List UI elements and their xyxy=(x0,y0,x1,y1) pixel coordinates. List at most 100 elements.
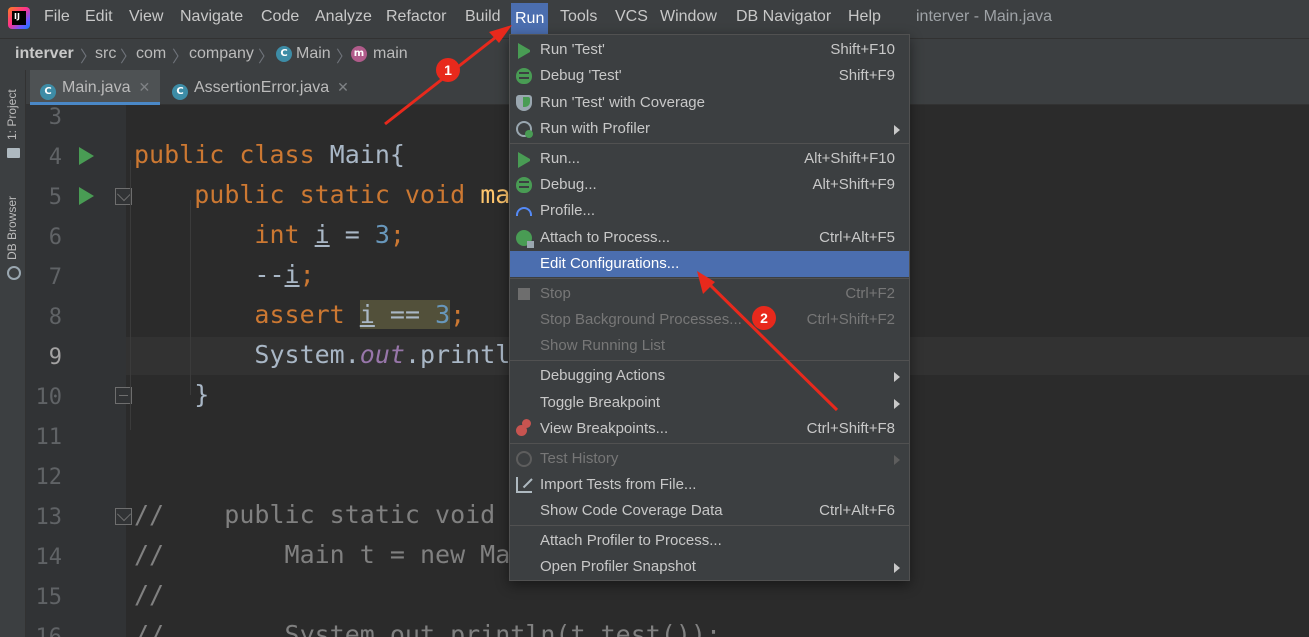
line-number: 4 xyxy=(48,145,62,170)
shortcut-label: Alt+Shift+F9 xyxy=(812,176,895,193)
menu-item-stop-background-processes[interactable]: Stop Background Processes... Ctrl+Shift+… xyxy=(510,307,909,333)
gauge-icon xyxy=(516,207,532,216)
line-number: 3 xyxy=(48,105,62,130)
menu-item-debugging-actions[interactable]: Debugging Actions xyxy=(510,363,909,389)
menu-edit[interactable]: Edit xyxy=(85,8,113,26)
menu-item-open-profiler-snapshot[interactable]: Open Profiler Snapshot xyxy=(510,554,909,580)
menu-item-run-with-profiler[interactable]: Run with Profiler xyxy=(510,116,909,142)
menu-item-toggle-breakpoint[interactable]: Toggle Breakpoint xyxy=(510,390,909,416)
tab-main-java[interactable]: C Main.java ✕ xyxy=(30,70,161,105)
annotation-badge-1: 1 xyxy=(436,58,460,82)
menu-item-show-code-coverage[interactable]: Show Code Coverage Data Ctrl+Alt+F6 xyxy=(510,498,909,524)
breadcrumb-method[interactable]: main xyxy=(373,45,408,63)
menu-item-debug-test[interactable]: Debug 'Test' Shift+F9 xyxy=(510,63,909,89)
menu-item-run-with-coverage[interactable]: Run 'Test' with Coverage xyxy=(510,90,909,116)
menu-item-label: Debug... xyxy=(540,176,597,193)
annotation-badge-2: 2 xyxy=(752,306,776,330)
line-number: 8 xyxy=(48,305,62,330)
line-number: 10 xyxy=(35,385,63,410)
fold-icon[interactable] xyxy=(115,508,132,525)
code-line-13: // public static void xyxy=(134,500,496,529)
menu-analyze[interactable]: Analyze xyxy=(315,8,372,26)
project-tool-tab[interactable]: 1: Project xyxy=(5,89,19,140)
menu-code[interactable]: Code xyxy=(261,8,299,26)
menu-item-label: Profile... xyxy=(540,202,596,219)
run-class-gutter-icon[interactable] xyxy=(79,147,94,165)
coverage-icon xyxy=(516,95,532,111)
menu-item-stop[interactable]: Stop Ctrl+F2 xyxy=(510,281,909,307)
code-line-16: // System.out.println(t.test()); xyxy=(134,620,721,637)
import-icon xyxy=(516,477,532,493)
menu-item-import-tests[interactable]: Import Tests from File... xyxy=(510,472,909,498)
run-icon xyxy=(518,43,534,59)
menu-item-run[interactable]: Run... Alt+Shift+F10 xyxy=(510,146,909,172)
menu-view[interactable]: View xyxy=(129,8,163,26)
shortcut-label: Shift+F10 xyxy=(830,41,895,58)
main-menu-bar: IJ File Edit View Navigate Code Analyze … xyxy=(0,0,1309,38)
breadcrumb-project[interactable]: interver xyxy=(15,45,74,63)
menu-item-attach-to-process[interactable]: Attach to Process... Ctrl+Alt+F5 xyxy=(510,225,909,251)
menu-file[interactable]: File xyxy=(44,8,70,26)
line-number: 5 xyxy=(48,185,62,210)
breadcrumb-separator-icon: 〉 xyxy=(172,49,189,66)
menu-item-view-breakpoints[interactable]: View Breakpoints... Ctrl+Shift+F8 xyxy=(510,416,909,442)
menu-window[interactable]: Window xyxy=(660,8,717,26)
code-line-6: int i = 3; xyxy=(254,220,405,249)
menu-item-attach-profiler[interactable]: Attach Profiler to Process... xyxy=(510,528,909,554)
menu-item-test-history[interactable]: Test History xyxy=(510,446,909,472)
tab-label: AssertionError.java xyxy=(194,79,330,96)
history-icon xyxy=(516,451,532,467)
menu-item-edit-configurations[interactable]: Edit Configurations... xyxy=(510,251,909,277)
breadcrumb-com[interactable]: com xyxy=(136,45,166,63)
class-icon: C xyxy=(40,84,56,100)
submenu-arrow-icon xyxy=(894,372,900,382)
menu-item-profile[interactable]: Profile... xyxy=(510,198,909,224)
shortcut-label: Ctrl+Alt+F5 xyxy=(819,229,895,246)
run-icon xyxy=(518,152,534,168)
menu-help[interactable]: Help xyxy=(848,8,881,26)
menu-db-navigator[interactable]: DB Navigator xyxy=(736,8,831,26)
close-icon[interactable]: ✕ xyxy=(337,79,349,95)
tab-label: Main.java xyxy=(62,79,131,96)
breadcrumb-separator-icon: 〉 xyxy=(336,49,353,66)
menu-tools[interactable]: Tools xyxy=(560,8,597,26)
menu-item-label: Toggle Breakpoint xyxy=(540,394,661,411)
menu-vcs[interactable]: VCS xyxy=(615,8,648,26)
menu-build[interactable]: Build xyxy=(465,8,501,26)
breadcrumb-separator-icon: 〉 xyxy=(80,49,97,66)
line-number: 14 xyxy=(35,545,63,570)
menu-refactor[interactable]: Refactor xyxy=(386,8,446,26)
shortcut-label: Shift+F9 xyxy=(838,67,895,84)
db-browser-tool-tab[interactable]: DB Browser xyxy=(5,196,19,260)
line-number: 6 xyxy=(48,225,62,250)
submenu-arrow-icon xyxy=(894,455,900,465)
class-icon: C xyxy=(172,84,188,100)
breadcrumb-class[interactable]: Main xyxy=(296,45,331,63)
menu-item-label: Run 'Test' with Coverage xyxy=(540,94,705,111)
folder-icon xyxy=(7,148,20,158)
breadcrumb-separator-icon: 〉 xyxy=(258,49,275,66)
line-number: 11 xyxy=(35,425,63,450)
breadcrumb-src[interactable]: src xyxy=(95,45,116,63)
menu-item-label: Run with Profiler xyxy=(540,120,651,137)
editor-gutter: 3 4 5 6 7 8 9 10 11 12 13 14 15 16 xyxy=(26,105,132,637)
database-icon xyxy=(7,266,21,280)
tab-assertion-error-java[interactable]: C AssertionError.java ✕ xyxy=(162,70,359,105)
line-number: 16 xyxy=(26,625,63,637)
line-number: 13 xyxy=(35,505,63,530)
breakpoints-icon xyxy=(516,419,531,436)
line-number: 9 xyxy=(48,345,62,370)
menu-run[interactable]: Run xyxy=(511,3,549,35)
indent-guide xyxy=(130,160,131,430)
menu-navigate[interactable]: Navigate xyxy=(180,8,243,26)
menu-item-debug[interactable]: Debug... Alt+Shift+F9 xyxy=(510,172,909,198)
shortcut-label: Alt+Shift+F10 xyxy=(804,150,895,167)
debug-icon xyxy=(516,177,532,193)
class-icon: C xyxy=(276,46,292,62)
menu-item-run-test[interactable]: Run 'Test' Shift+F10 xyxy=(510,37,909,63)
close-icon[interactable]: ✕ xyxy=(138,79,150,95)
menu-item-label: Open Profiler Snapshot xyxy=(540,558,696,575)
run-method-gutter-icon[interactable] xyxy=(79,187,94,205)
menu-item-show-running-list[interactable]: Show Running List xyxy=(510,333,909,359)
breadcrumb-company[interactable]: company xyxy=(189,45,254,63)
